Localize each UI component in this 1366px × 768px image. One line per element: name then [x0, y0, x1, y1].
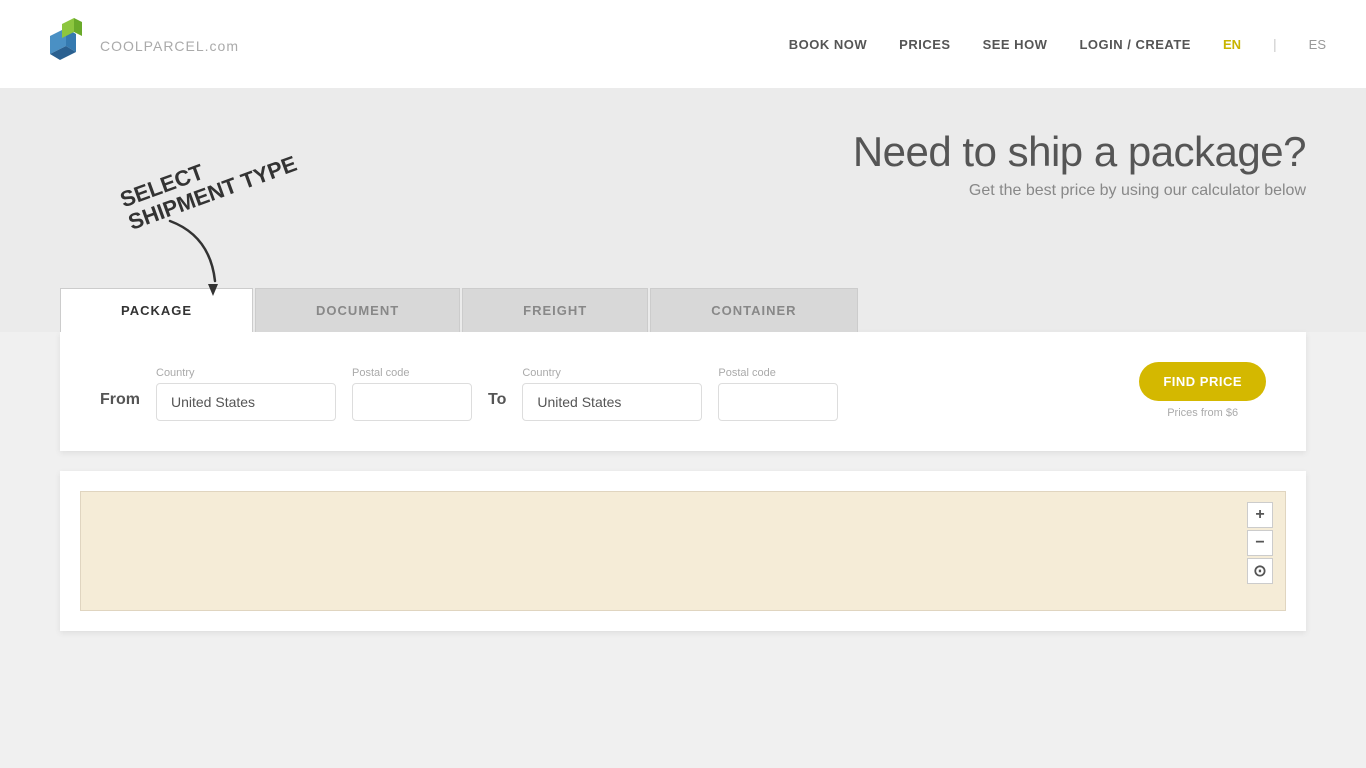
from-postal-label: Postal code [352, 367, 472, 379]
to-country-input[interactable] [522, 383, 702, 421]
from-postal-input[interactable] [352, 383, 472, 421]
to-country-label: Country [522, 367, 702, 379]
from-label: From [100, 391, 140, 421]
map-container: + − ⊙ [80, 491, 1286, 611]
logo[interactable]: COOLPARCEL.com [40, 18, 239, 70]
header: COOLPARCEL.com BOOK NOW PRICES SEE HOW L… [0, 0, 1366, 88]
annotation: SELECT SHIPMENT TYPE [120, 158, 340, 296]
map-section: + − ⊙ [60, 471, 1306, 631]
to-postal-label: Postal code [718, 367, 838, 379]
map-zoom-in-button[interactable]: + [1247, 502, 1273, 528]
tab-freight[interactable]: FREIGHT [462, 288, 648, 332]
prices-from-text: Prices from $6 [1167, 407, 1238, 419]
map-reset-button[interactable]: ⊙ [1247, 558, 1273, 584]
hero-title: Need to ship a package? [853, 128, 1306, 176]
map-controls: + − ⊙ [1247, 502, 1273, 584]
navigation: BOOK NOW PRICES SEE HOW LOGIN / CREATE E… [789, 36, 1326, 52]
find-price-button[interactable]: FIND PRICE [1139, 362, 1266, 401]
lang-divider: | [1273, 36, 1277, 52]
logo-text: COOLPARCEL.com [100, 31, 239, 56]
calculator-row: From Country Postal code To Country Post… [100, 362, 1266, 421]
nav-book-now[interactable]: BOOK NOW [789, 37, 867, 52]
lang-es[interactable]: ES [1309, 37, 1326, 52]
annotation-arrow [160, 216, 240, 296]
map-zoom-out-button[interactable]: − [1247, 530, 1273, 556]
to-label: To [488, 391, 506, 421]
nav-login-create[interactable]: LOGIN / CREATE [1079, 37, 1190, 52]
find-price-group: FIND PRICE Prices from $6 [1139, 362, 1266, 421]
logo-icon [40, 18, 92, 70]
from-postal-group: Postal code [352, 367, 472, 421]
calculator-form: From Country Postal code To Country Post… [60, 332, 1306, 451]
from-country-group: Country [156, 367, 336, 421]
nav-see-how[interactable]: SEE HOW [983, 37, 1048, 52]
hero-section: SELECT SHIPMENT TYPE Need to ship a pack… [0, 88, 1366, 288]
to-postal-input[interactable] [718, 383, 838, 421]
nav-prices[interactable]: PRICES [899, 37, 950, 52]
tab-container[interactable]: CONTAINER [650, 288, 857, 332]
to-postal-group: Postal code [718, 367, 838, 421]
from-country-label: Country [156, 367, 336, 379]
lang-en[interactable]: EN [1223, 37, 1241, 52]
to-country-group: Country [522, 367, 702, 421]
hero-right: Need to ship a package? Get the best pri… [853, 128, 1306, 220]
from-country-input[interactable] [156, 383, 336, 421]
hero-subtitle: Get the best price by using our calculat… [853, 182, 1306, 200]
